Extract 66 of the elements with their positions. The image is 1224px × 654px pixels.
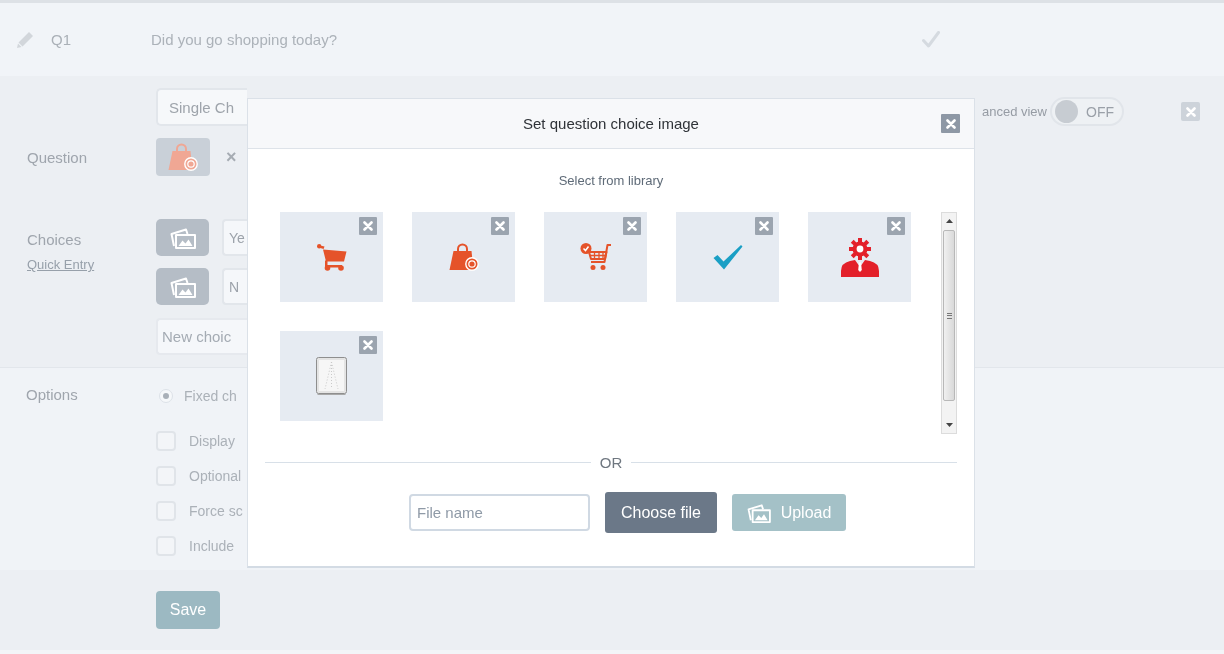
cart-icon — [316, 243, 347, 271]
image-tile[interactable] — [280, 212, 383, 302]
image-tile[interactable] — [544, 212, 647, 302]
blank-page-icon — [316, 357, 347, 395]
advanced-view-label: anced view — [981, 104, 1047, 119]
question-number: Q1 — [51, 31, 71, 48]
cart-check-icon — [579, 242, 612, 272]
option-label: Optional — [189, 468, 242, 484]
new-choice-field[interactable]: New choic — [156, 318, 247, 355]
image-picker-button[interactable] — [156, 268, 209, 305]
section-label: Options — [26, 386, 78, 403]
shopping-bag-icon — [168, 143, 198, 171]
check-icon — [712, 244, 743, 270]
remove-image-link[interactable]: × — [226, 146, 237, 168]
image-tile[interactable] — [808, 212, 911, 302]
question-type-dropdown[interactable]: Single Ch — [156, 88, 247, 126]
choose-file-button[interactable]: Choose file — [605, 492, 717, 533]
close-icon — [891, 221, 901, 231]
field-label: Question — [27, 148, 88, 166]
pencil-icon — [16, 30, 34, 49]
close-icon — [1185, 106, 1196, 117]
option-label: Force sc — [189, 503, 243, 519]
divider-label: OR — [599, 454, 623, 471]
image-tile[interactable] — [280, 331, 383, 421]
delete-button[interactable] — [755, 217, 773, 235]
choice-field[interactable]: Ye — [222, 219, 247, 256]
shopping-bag-icon — [448, 243, 479, 271]
option-label: Fixed ch — [184, 388, 237, 404]
delete-button[interactable] — [623, 217, 641, 235]
image-icon — [169, 275, 196, 298]
check-icon — [922, 31, 940, 48]
close-icon — [495, 221, 505, 231]
image-tile[interactable] — [412, 212, 515, 302]
radio-button[interactable] — [159, 389, 173, 403]
close-icon — [945, 118, 956, 129]
library-label: Select from library — [558, 173, 664, 188]
image-picker-button[interactable] — [156, 219, 209, 256]
delete-button[interactable] — [359, 217, 377, 235]
image-icon — [169, 226, 196, 249]
person-gear-icon — [839, 237, 880, 277]
choice-field[interactable]: N — [222, 268, 247, 305]
question-text: Did you go shopping today? — [151, 31, 337, 48]
scrollbar-thumb[interactable] — [943, 230, 955, 401]
modal-title: Set question choice image — [523, 115, 699, 132]
caret-up-icon[interactable] — [945, 219, 953, 223]
delete-button[interactable] — [359, 336, 377, 354]
close-button[interactable] — [941, 114, 960, 133]
delete-button[interactable] — [491, 217, 509, 235]
option-label: Include — [189, 538, 235, 554]
close-icon — [363, 340, 373, 350]
close-icon — [627, 221, 637, 231]
close-icon — [759, 221, 769, 231]
image-thumbnail[interactable] — [156, 138, 210, 176]
image-tile[interactable] — [676, 212, 779, 302]
close-icon — [363, 221, 373, 231]
file-name-field[interactable]: File name — [409, 494, 590, 531]
delete-button[interactable] — [887, 217, 905, 235]
field-label: Choices — [27, 231, 82, 248]
scrollbar[interactable] — [941, 212, 957, 434]
image-icon — [746, 502, 771, 523]
option-label: Display — [189, 433, 235, 449]
caret-down-icon[interactable] — [945, 423, 953, 427]
save-button[interactable]: Save — [156, 591, 220, 629]
quick-entry-link[interactable]: Quick Entry — [27, 257, 95, 272]
close-button[interactable] — [1181, 102, 1200, 121]
toggle-switch[interactable]: OFF — [1050, 97, 1124, 126]
